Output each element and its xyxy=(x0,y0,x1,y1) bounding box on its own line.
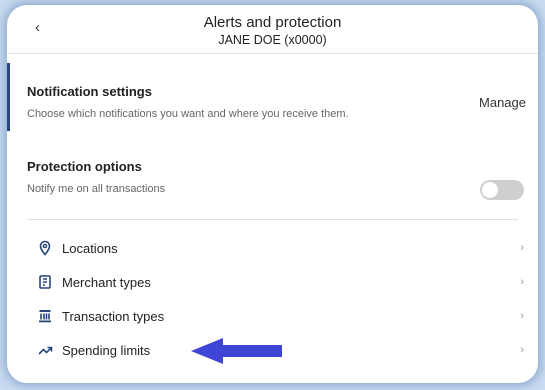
chevron-right-icon: › xyxy=(520,344,524,356)
manage-link[interactable]: Manage xyxy=(479,95,526,110)
chevron-right-icon: › xyxy=(520,310,524,322)
app-window: ‹ Alerts and protection JANE DOE (x0000)… xyxy=(7,5,538,383)
list-item-locations[interactable]: Locations › xyxy=(7,232,538,266)
accent-bar xyxy=(7,63,10,131)
account-name: JANE DOE (x0000) xyxy=(218,33,327,47)
notify-all-transactions-label: Notify me on all transactions xyxy=(27,183,166,195)
divider xyxy=(27,219,518,220)
merchant-icon xyxy=(37,274,53,290)
protection-options-title: Protection options xyxy=(27,159,142,174)
trending-up-icon xyxy=(37,342,53,358)
annotation-arrow-icon xyxy=(191,338,282,364)
location-pin-icon xyxy=(37,240,53,256)
page-title: Alerts and protection xyxy=(203,14,342,31)
list-item-label: Locations xyxy=(62,241,118,256)
toggle-knob xyxy=(482,182,498,198)
chevron-right-icon: › xyxy=(520,242,524,254)
list-item-merchant-types[interactable]: Merchant types › xyxy=(7,266,538,300)
list-item-label: Merchant types xyxy=(62,275,151,290)
bank-icon xyxy=(37,308,53,324)
header: ‹ Alerts and protection JANE DOE (x0000) xyxy=(7,5,538,54)
notification-settings-description: Choose which notifications you want and … xyxy=(27,108,349,120)
list-item-transaction-types[interactable]: Transaction types › xyxy=(7,300,538,334)
notify-all-transactions-toggle[interactable] xyxy=(480,180,524,200)
list-item-label: Transaction types xyxy=(62,309,165,324)
list-item-label: Spending limits xyxy=(62,343,151,358)
notification-settings-title: Notification settings xyxy=(27,84,152,99)
chevron-right-icon: › xyxy=(520,276,524,288)
